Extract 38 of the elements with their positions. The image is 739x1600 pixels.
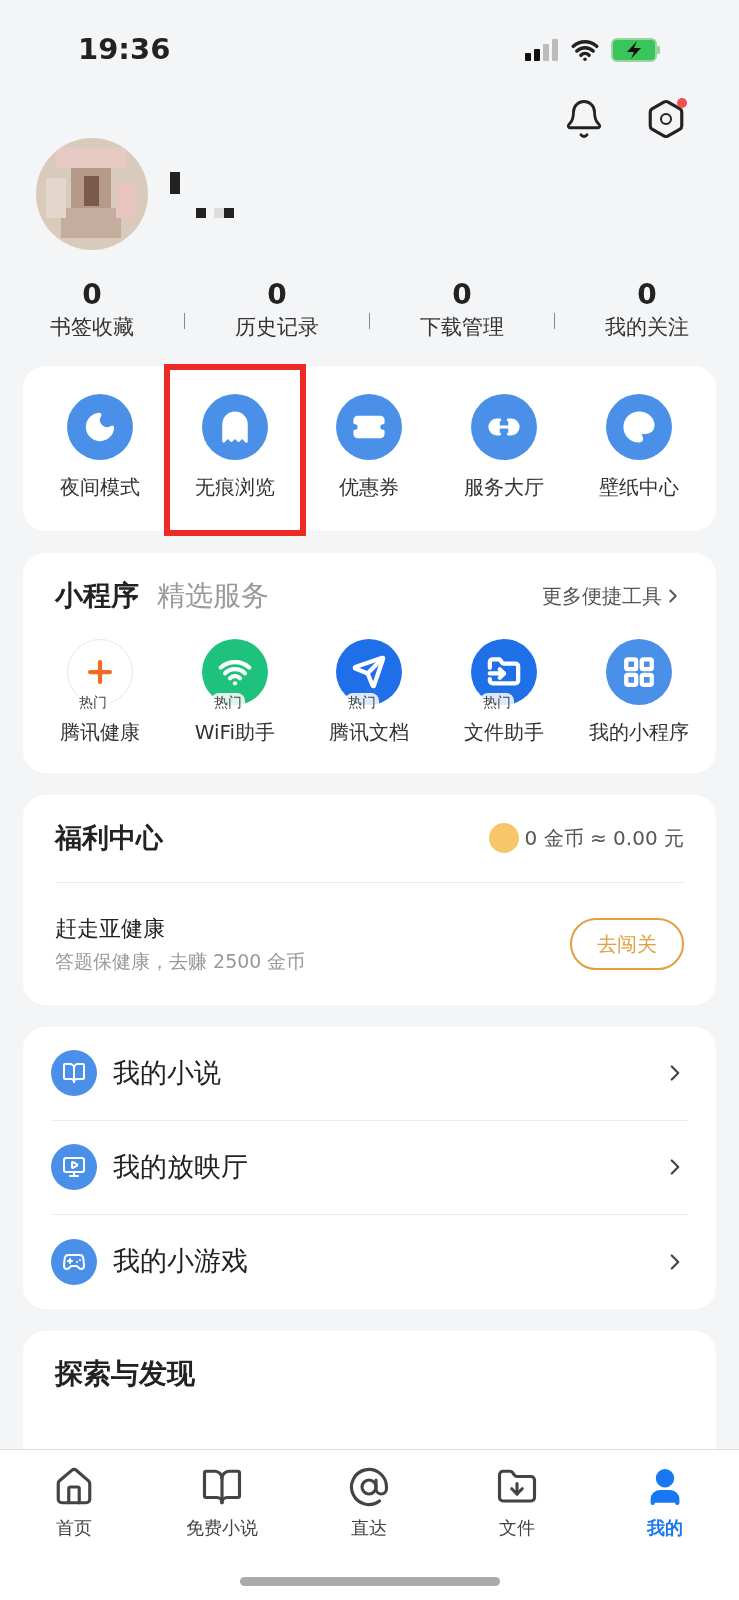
quick-action[interactable]: 服务大厅 xyxy=(464,380,545,517)
book-icon xyxy=(51,1050,97,1097)
stat-item[interactable]: 0 我的关注 xyxy=(555,278,739,344)
list-item[interactable]: 我的小游戏 xyxy=(51,1214,688,1309)
battery-icon xyxy=(611,38,661,62)
section-title: 福利中心 xyxy=(55,820,163,855)
mini-program-item[interactable]: 热门 WiFi助手 xyxy=(167,638,303,747)
section-subtitle: 精选服务 xyxy=(157,577,269,614)
list-item[interactable]: 我的放映厅 xyxy=(51,1120,688,1215)
tab-item[interactable]: 直达 xyxy=(295,1466,444,1541)
quick-action[interactable]: 优惠券 xyxy=(336,380,403,517)
more-tools-link[interactable]: 更多便捷工具 xyxy=(542,580,684,611)
tab-item[interactable]: 免费小说 xyxy=(147,1466,296,1541)
at-sign-icon xyxy=(348,1466,391,1508)
coin-balance: 0 金币 ≈ 0.00 元 xyxy=(524,825,684,853)
coin-icon xyxy=(488,823,519,854)
play-screen-icon xyxy=(51,1144,97,1191)
stat-item[interactable]: 0 书签收藏 xyxy=(0,278,184,344)
task-subtitle: 答题保健康，去赚 2500 金币 xyxy=(55,948,306,974)
mini-program-item[interactable]: 热门 腾讯健康 xyxy=(33,638,168,747)
tab-item[interactable]: 首页 xyxy=(0,1466,148,1541)
signal-icon xyxy=(525,39,559,61)
mini-program-item[interactable]: 热门 文件助手 xyxy=(436,638,572,747)
stat-item[interactable]: 0 下载管理 xyxy=(370,278,554,344)
stat-item[interactable]: 0 历史记录 xyxy=(185,278,369,344)
status-time: 19:36 xyxy=(78,31,171,69)
mini-program-item[interactable]: 我的小程序 xyxy=(571,638,706,747)
section-title: 探索与发现 xyxy=(55,1356,195,1390)
section-title: 小程序 xyxy=(55,577,139,614)
quick-action[interactable]: 无痕浏览 xyxy=(194,380,275,517)
task-title: 赶走亚健康 xyxy=(55,914,166,943)
gamepad-icon xyxy=(51,1238,97,1285)
tab-item[interactable]: 我的 xyxy=(591,1466,739,1541)
mini-program-item[interactable]: 热门 腾讯文档 xyxy=(302,638,437,747)
list-item[interactable]: 我的小说 xyxy=(51,1026,688,1121)
quick-action[interactable]: 壁纸中心 xyxy=(598,380,679,517)
tab-item[interactable]: 文件 xyxy=(443,1466,592,1541)
quick-action[interactable]: 夜间模式 xyxy=(60,380,141,517)
